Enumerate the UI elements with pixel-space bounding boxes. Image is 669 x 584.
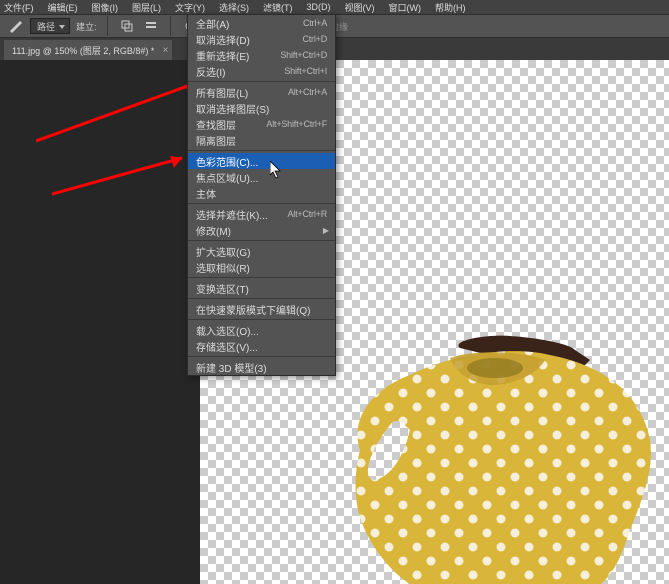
menu-item-label: 隔离图层 xyxy=(196,133,236,148)
menu-shortcut: Ctrl+D xyxy=(302,34,327,44)
menu-layer[interactable]: 图层(L) xyxy=(132,1,161,14)
menu-image[interactable]: 图像(I) xyxy=(92,1,119,14)
menu-item-label: 查找图层 xyxy=(196,117,236,132)
menu-shortcut: Ctrl+A xyxy=(303,18,327,28)
tool-mode-select[interactable]: 路径 xyxy=(30,18,70,34)
menu-help[interactable]: 帮助(H) xyxy=(435,1,466,14)
menu-item-label: 重新选择(E) xyxy=(196,48,249,63)
menu-item-8[interactable]: 隔离图层 xyxy=(188,132,335,148)
menu-shortcut: Shift+Ctrl+I xyxy=(284,66,327,76)
menu-item-label: 全部(A) xyxy=(196,16,229,31)
menu-item-label: 选取相似(R) xyxy=(196,260,250,275)
menu-item-label: 修改(M) xyxy=(196,223,231,238)
shirt-image-content xyxy=(340,330,660,584)
menu-separator xyxy=(188,240,335,241)
menu-item-0[interactable]: 全部(A) Ctrl+A xyxy=(188,15,335,31)
menu-separator xyxy=(188,356,335,357)
menu-select[interactable]: 选择(S) xyxy=(219,1,249,14)
menu-shortcut: Shift+Ctrl+D xyxy=(280,50,327,60)
menu-item-22[interactable]: 在快速蒙版模式下编辑(Q) xyxy=(188,301,335,317)
menu-item-17[interactable]: 扩大选取(G) xyxy=(188,243,335,259)
menu-item-label: 色彩范围(C)... xyxy=(196,154,258,169)
menu-shortcut: Alt+Shift+Ctrl+F xyxy=(266,119,327,129)
combine-icon[interactable] xyxy=(118,17,136,35)
close-icon[interactable]: × xyxy=(163,45,169,56)
toolbar-divider xyxy=(107,16,108,36)
menu-item-7[interactable]: 查找图层 Alt+Shift+Ctrl+F xyxy=(188,116,335,132)
select-menu-dropdown: 全部(A) Ctrl+A 取消选择(D) Ctrl+D 重新选择(E) Shift+Ctr… xyxy=(187,14,336,376)
menu-item-label: 新建 3D 模型(3) xyxy=(196,360,267,375)
menu-item-label: 焦点区域(U)... xyxy=(196,170,258,185)
menu-separator xyxy=(188,150,335,151)
menu-item-20[interactable]: 变换选区(T) xyxy=(188,280,335,296)
menu-item-6[interactable]: 取消选择图层(S) xyxy=(188,100,335,116)
menu-item-25[interactable]: 存储选区(V)... xyxy=(188,338,335,354)
canvas-offscreen-area xyxy=(0,60,200,584)
menu-item-10[interactable]: 色彩范围(C)... xyxy=(188,153,335,169)
menu-item-11[interactable]: 焦点区域(U)... xyxy=(188,169,335,185)
menu-3d[interactable]: 3D(D) xyxy=(307,2,331,12)
menu-file[interactable]: 文件(F) xyxy=(4,1,34,14)
submenu-arrow-icon: ▶ xyxy=(323,226,329,235)
menu-item-label: 取消选择图层(S) xyxy=(196,101,269,116)
menu-item-27[interactable]: 新建 3D 模型(3) xyxy=(188,359,335,375)
menu-separator xyxy=(188,81,335,82)
menu-item-label: 所有图层(L) xyxy=(196,85,248,100)
menu-item-2[interactable]: 重新选择(E) Shift+Ctrl+D xyxy=(188,47,335,63)
menu-separator xyxy=(188,319,335,320)
menu-item-label: 存储选区(V)... xyxy=(196,339,258,354)
menu-view[interactable]: 视图(V) xyxy=(345,1,375,14)
menu-item-label: 反选(I) xyxy=(196,64,225,79)
menu-separator xyxy=(188,277,335,278)
build-label: 建立: xyxy=(76,20,97,33)
menu-separator xyxy=(188,203,335,204)
menu-item-label: 主体 xyxy=(196,186,216,201)
menu-separator xyxy=(188,298,335,299)
menu-item-14[interactable]: 选择并遮住(K)... Alt+Ctrl+R xyxy=(188,206,335,222)
menu-item-label: 扩大选取(G) xyxy=(196,244,250,259)
menu-filter[interactable]: 滤镜(T) xyxy=(263,1,293,14)
tool-mode-label: 路径 xyxy=(37,20,55,33)
menu-item-label: 选择并遮住(K)... xyxy=(196,207,268,222)
menu-item-15[interactable]: 修改(M) ▶ xyxy=(188,222,335,238)
menu-item-1[interactable]: 取消选择(D) Ctrl+D xyxy=(188,31,335,47)
main-menubar[interactable]: 文件(F) 编辑(E) 图像(I) 图层(L) 文字(Y) 选择(S) 滤镜(T… xyxy=(0,0,669,14)
menu-item-3[interactable]: 反选(I) Shift+Ctrl+I xyxy=(188,63,335,79)
pen-tool-icon[interactable] xyxy=(6,17,24,35)
menu-item-18[interactable]: 选取相似(R) xyxy=(188,259,335,275)
menu-item-24[interactable]: 载入选区(O)... xyxy=(188,322,335,338)
menu-item-label: 变换选区(T) xyxy=(196,281,249,296)
document-tab[interactable]: 111.jpg @ 150% (图层 2, RGB/8#) * × xyxy=(4,40,172,60)
menu-item-label: 在快速蒙版模式下编辑(Q) xyxy=(196,302,310,317)
toolbar-divider-2 xyxy=(170,16,171,36)
menu-item-label: 载入选区(O)... xyxy=(196,323,259,338)
menu-shortcut: Alt+Ctrl+A xyxy=(288,87,327,97)
tab-title: 111.jpg @ 150% (图层 2, RGB/8#) * xyxy=(12,44,154,57)
menu-type[interactable]: 文字(Y) xyxy=(175,1,205,14)
menu-item-5[interactable]: 所有图层(L) Alt+Ctrl+A xyxy=(188,84,335,100)
menu-window[interactable]: 窗口(W) xyxy=(389,1,422,14)
menu-shortcut: Alt+Ctrl+R xyxy=(287,209,327,219)
align-icon[interactable] xyxy=(142,17,160,35)
menu-item-12[interactable]: 主体 xyxy=(188,185,335,201)
menu-item-label: 取消选择(D) xyxy=(196,32,250,47)
menu-edit[interactable]: 编辑(E) xyxy=(48,1,78,14)
